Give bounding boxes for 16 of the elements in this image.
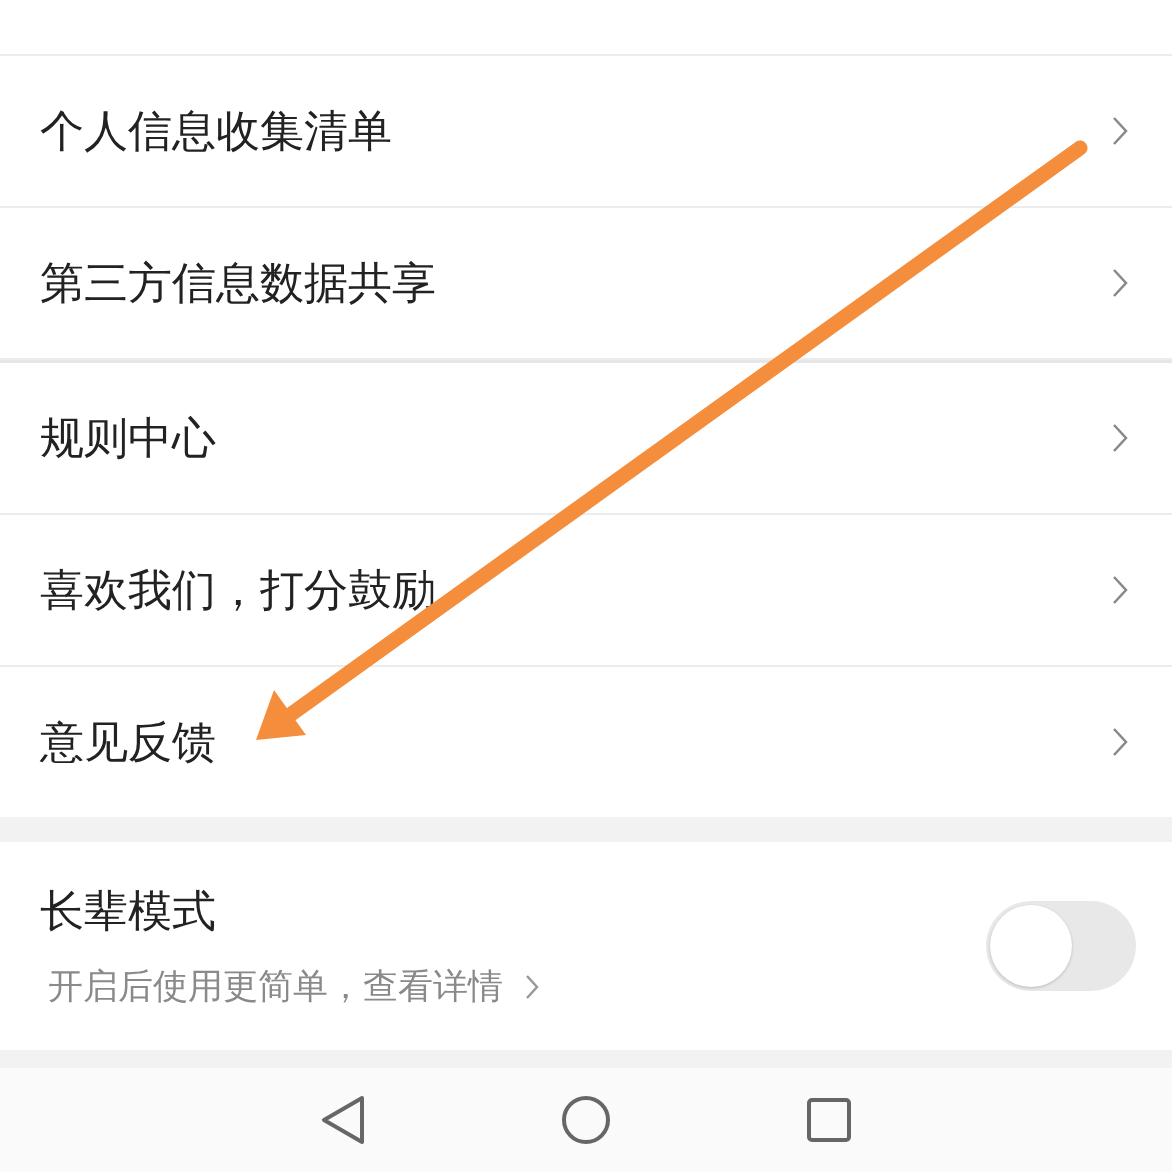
chevron-icon: [1112, 575, 1128, 605]
recent-apps-icon[interactable]: [807, 1098, 851, 1142]
menu-item-label: 个人信息收集清单: [40, 103, 392, 158]
menu-item-label: 喜欢我们，打分鼓励: [40, 562, 436, 617]
menu-item-label: 第三方信息数据共享: [40, 255, 436, 310]
menu-item-label: 规则中心: [40, 410, 216, 465]
menu-item[interactable]: 规则中心: [0, 360, 1172, 515]
chevron-icon: [525, 973, 539, 1000]
back-icon[interactable]: [321, 1095, 365, 1145]
menu-item-label: 意见反馈: [40, 714, 216, 769]
home-icon[interactable]: [561, 1095, 611, 1145]
chevron-icon: [1112, 423, 1128, 453]
chevron-icon: [1112, 116, 1128, 146]
chevron-icon: [1112, 727, 1128, 757]
setting-title: 长辈模式: [40, 884, 217, 938]
chevron-icon: [1112, 268, 1128, 298]
